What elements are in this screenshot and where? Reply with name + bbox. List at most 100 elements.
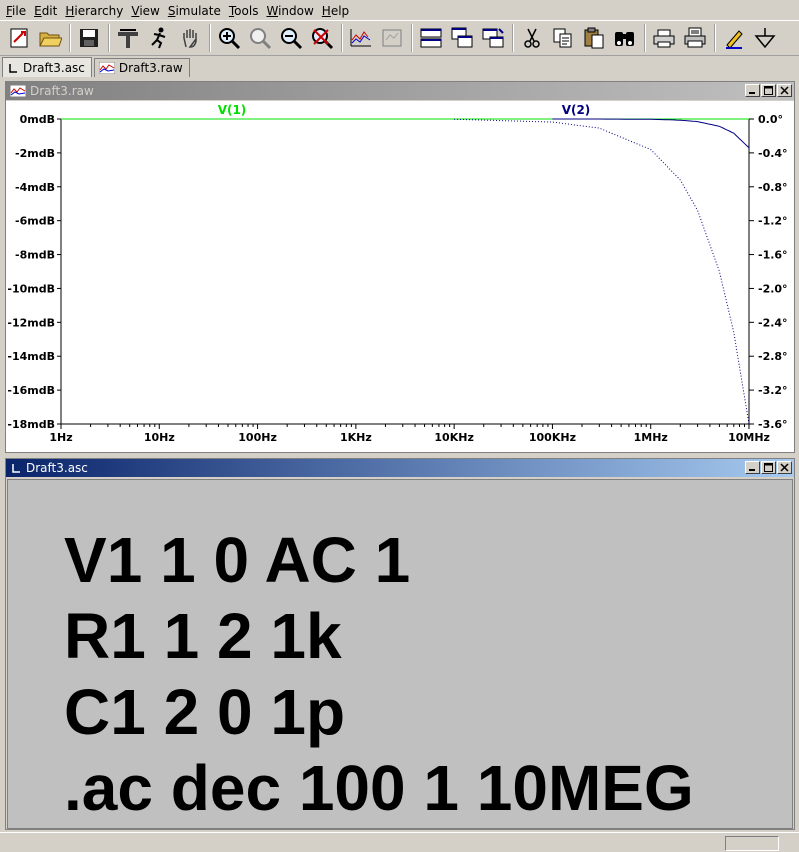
close-button[interactable] xyxy=(777,84,792,97)
schematic-icon xyxy=(7,62,19,74)
tab-draft3-asc[interactable]: Draft3.asc xyxy=(2,57,92,77)
schematic-icon xyxy=(10,462,22,474)
x-tick-label: 1MHz xyxy=(634,431,668,444)
x-tick-label: 10Hz xyxy=(144,431,175,444)
add-plot-pane-icon[interactable] xyxy=(377,23,407,53)
print-setup-icon[interactable] xyxy=(649,23,679,53)
cut-icon[interactable] xyxy=(517,23,547,53)
x-tick-label: 10MHz xyxy=(728,431,770,444)
menu-label-rest: elp xyxy=(330,4,350,18)
y-tick-label: -6mdB xyxy=(15,215,55,228)
y2-tick-label: -2.4° xyxy=(758,316,788,329)
zoom-out-icon[interactable] xyxy=(276,23,306,53)
spice-directive-line[interactable]: R1 1 2 1k xyxy=(64,604,342,668)
control-panel-icon[interactable] xyxy=(113,23,143,53)
toolbar-separator xyxy=(644,24,646,52)
menu-edit[interactable]: Edit xyxy=(30,0,61,20)
toolbar-separator xyxy=(108,24,110,52)
menu-bar: File Edit Hierarchy View Simulate Tools Window… xyxy=(0,0,799,20)
print-icon[interactable] xyxy=(680,23,710,53)
toolbar-separator xyxy=(512,24,514,52)
y-tick-label: -4mdB xyxy=(15,181,55,194)
minimize-button[interactable] xyxy=(745,461,760,474)
trace-label-v1: V(1) xyxy=(218,103,247,117)
pan-icon[interactable] xyxy=(175,23,205,53)
status-bar xyxy=(0,832,799,852)
menu-simulate[interactable]: Simulate xyxy=(164,0,225,20)
menu-help[interactable]: Help xyxy=(318,0,353,20)
menu-mnemonic: E xyxy=(34,4,42,18)
tab-label: Draft3.asc xyxy=(23,60,85,75)
y2-tick-label: 0.0° xyxy=(758,113,783,126)
menu-view[interactable]: View xyxy=(127,0,163,20)
maximize-button[interactable] xyxy=(761,84,776,97)
menu-label-rest: ierarchy xyxy=(74,4,124,18)
spice-directive-line[interactable]: C1 2 0 1p xyxy=(64,680,345,744)
tile-vertical-icon[interactable] xyxy=(478,23,508,53)
y2-tick-label: -0.4° xyxy=(758,147,788,160)
y-tick-label: -2mdB xyxy=(15,147,55,160)
open-icon[interactable] xyxy=(35,23,65,53)
waveform-chart[interactable]: 0mdB -2mdB -4mdB -6mdB -8mdB -10mdB -12mdB -14m… xyxy=(6,101,794,452)
menu-label-rest: ools xyxy=(234,4,259,18)
paste-icon[interactable] xyxy=(579,23,609,53)
zoom-in-icon[interactable] xyxy=(214,23,244,53)
y-tick-label: -8mdB xyxy=(15,249,55,262)
y-tick-label: -10mdB xyxy=(7,282,55,295)
window-title: Draft3.asc xyxy=(26,461,88,475)
close-button[interactable] xyxy=(777,461,792,474)
menu-label-rest: iew xyxy=(139,4,160,18)
text-icon[interactable] xyxy=(719,23,749,53)
x-tick-label: 1Hz xyxy=(49,431,72,444)
run-icon[interactable] xyxy=(144,23,174,53)
menu-label-rest: dit xyxy=(41,4,58,18)
status-panel xyxy=(725,836,779,851)
schematic-window-titlebar[interactable]: Draft3.asc xyxy=(6,459,794,477)
tab-draft3-raw[interactable]: Draft3.raw xyxy=(93,58,190,77)
menu-hierarchy[interactable]: Hierarchy xyxy=(61,0,127,20)
minimize-button[interactable] xyxy=(745,84,760,97)
ground-icon[interactable] xyxy=(750,23,780,53)
menu-label-rest: indow xyxy=(278,4,314,18)
cascade-icon[interactable] xyxy=(447,23,477,53)
copy-icon[interactable] xyxy=(548,23,578,53)
y2-tick-label: -2.0° xyxy=(758,282,788,295)
toolbar-separator xyxy=(209,24,211,52)
menu-label-rest: imulate xyxy=(175,4,221,18)
maximize-button[interactable] xyxy=(761,461,776,474)
schematic-canvas[interactable]: V1 1 0 AC 1 R1 1 2 1k C1 2 0 1p .ac dec … xyxy=(7,479,793,829)
spice-directive-line[interactable]: .ac dec 100 1 10MEG xyxy=(64,756,694,820)
y-tick-label: -14mdB xyxy=(7,350,55,363)
tile-horizontal-icon[interactable] xyxy=(416,23,446,53)
autorange-icon[interactable] xyxy=(346,23,376,53)
toolbar-separator xyxy=(411,24,413,52)
spice-directive-line[interactable]: V1 1 0 AC 1 xyxy=(64,528,410,592)
new-schematic-icon[interactable] xyxy=(4,23,34,53)
waveform-window-titlebar[interactable]: Draft3.raw xyxy=(6,82,794,100)
save-icon[interactable] xyxy=(74,23,104,53)
zoom-full-icon[interactable] xyxy=(245,23,275,53)
find-icon[interactable] xyxy=(610,23,640,53)
zoom-cancel-icon[interactable] xyxy=(307,23,337,53)
x-tick-label: 100Hz xyxy=(238,431,277,444)
schematic-window: Draft3.asc V1 1 0 AC 1 R1 1 2 1k C1 2 0 … xyxy=(5,458,795,830)
menu-tools[interactable]: Tools xyxy=(225,0,263,20)
menu-label-rest: ile xyxy=(12,4,27,18)
waveform-icon xyxy=(98,62,115,74)
window-title: Draft3.raw xyxy=(30,84,94,98)
x-tick-label: 100KHz xyxy=(529,431,576,444)
tab-label: Draft3.raw xyxy=(118,61,183,75)
plot-area[interactable]: 0mdB -2mdB -4mdB -6mdB -8mdB -10mdB -12mdB -14m… xyxy=(6,101,794,452)
menu-mnemonic: W xyxy=(266,4,279,18)
y2-tick-label: -0.8° xyxy=(758,181,788,194)
x-tick-label: 1KHz xyxy=(340,431,372,444)
menu-mnemonic: H xyxy=(321,4,331,18)
toolbar-separator xyxy=(714,24,716,52)
menu-file[interactable]: File xyxy=(2,0,30,20)
y2-tick-label: -2.8° xyxy=(758,350,788,363)
plot-frame xyxy=(60,118,750,425)
waveform-window: Draft3.raw 0mdB -2mdB -4mdB -6mdB -8mdB -10md… xyxy=(5,81,795,453)
waveform-icon xyxy=(10,85,26,97)
menu-window[interactable]: Window xyxy=(262,0,317,20)
y-tick-label: -16mdB xyxy=(7,384,55,397)
